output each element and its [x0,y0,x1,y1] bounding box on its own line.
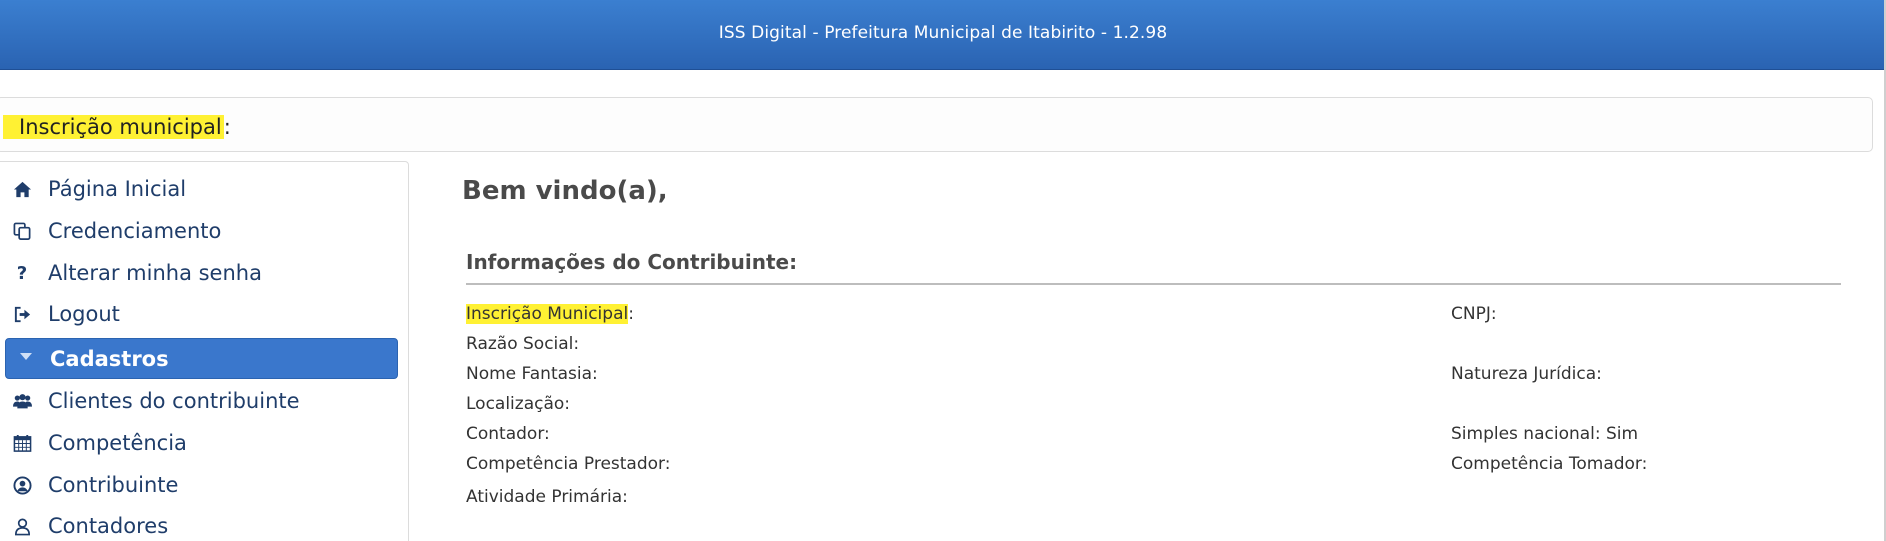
sidebar-item-contribuinte[interactable]: Contribuinte [0,466,397,504]
inscricao-bar: Inscrição municipal: [0,97,1873,152]
sidebar-item-label: Clientes do contribuinte [48,389,300,413]
sidebar-item-label: Contadores [48,514,169,538]
sidebar-item-logout[interactable]: Logout [0,295,397,333]
user-icon [10,515,34,537]
sign-out-icon [10,303,34,325]
field-competencia-prestador: Competência Prestador: [466,454,671,474]
app-title: ISS Digital - Prefeitura Municipal de It… [718,22,1168,43]
field-atividade-primaria: Atividade Primária: [466,487,628,507]
sidebar-item-credenciamento[interactable]: Credenciamento [0,212,397,250]
sidebar-item-cadastros[interactable]: Cadastros [5,338,398,379]
sidebar-item-clientes[interactable]: Clientes do contribuinte [0,382,397,420]
sidebar: Página Inicial Credenciamento ? Alterar … [0,161,409,541]
inscricao-label: Inscrição municipal: [1,114,231,140]
inscricao-colon: : [223,115,231,139]
field-simples-nacional: Simples nacional: Sim [1451,424,1639,444]
info-section-title: Informações do Contribuinte: [466,250,798,274]
copy-icon [10,220,34,242]
welcome-heading: Bem vindo(a), [462,176,668,206]
caret-down-icon [20,353,32,360]
sidebar-item-alterar-senha[interactable]: ? Alterar minha senha [0,254,397,292]
calendar-icon [10,432,34,454]
field-nome-fantasia: Nome Fantasia: [466,364,598,384]
home-icon [10,178,34,200]
app-header: ISS Digital - Prefeitura Municipal de It… [0,0,1886,70]
sidebar-item-label: Logout [48,302,120,326]
sidebar-item-label: Página Inicial [48,177,187,201]
user-circle-icon [10,474,34,496]
field-cnpj: CNPJ: [1451,304,1497,324]
field-contador: Contador: [466,424,550,444]
sidebar-item-label: Credenciamento [48,219,222,243]
sidebar-item-competencia[interactable]: Competência [0,424,397,462]
field-razao-social: Razão Social: [466,334,580,354]
inscricao-municipal-colon: : [628,304,634,324]
sidebar-item-label: Competência [48,431,187,455]
sidebar-item-label: Alterar minha senha [48,261,262,285]
sidebar-item-label: Contribuinte [48,473,179,497]
field-localizacao: Localização: [466,394,571,414]
field-natureza-juridica: Natureza Jurídica: [1451,364,1602,384]
question-icon: ? [16,262,28,284]
inscricao-label-highlight: Inscrição municipal [3,115,224,139]
inscricao-municipal-highlight: Inscrição Municipal [466,304,629,324]
sidebar-item-pagina-inicial[interactable]: Página Inicial [0,170,397,208]
sidebar-item-label: Cadastros [50,346,169,371]
section-divider [466,283,1841,285]
users-icon [10,390,34,412]
sidebar-item-contadores[interactable]: Contadores [0,507,397,541]
field-inscricao-municipal: Inscrição Municipal: [466,302,634,326]
field-competencia-tomador: Competência Tomador: [1451,454,1648,474]
